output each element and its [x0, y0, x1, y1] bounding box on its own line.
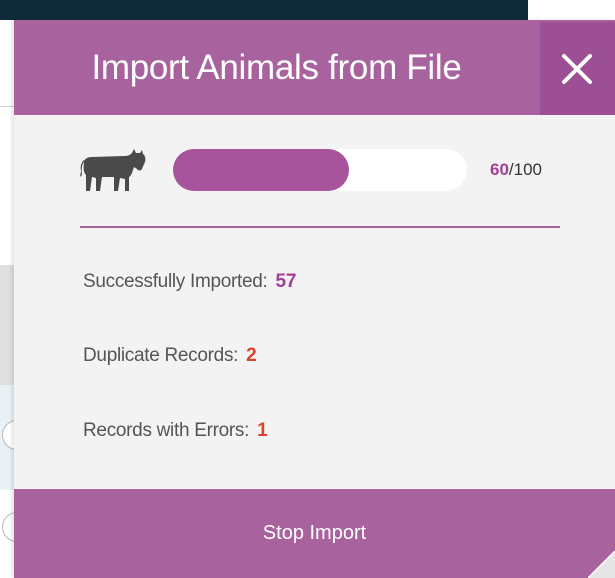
stop-import-button[interactable]: Stop Import [14, 489, 615, 578]
import-progress: 60/100 [80, 145, 580, 195]
background-top-bar [0, 0, 528, 20]
cow-icon [80, 149, 146, 191]
stat-value: 2 [246, 345, 257, 366]
stat-label: Duplicate Records: [83, 345, 239, 366]
stat-label: Records with Errors: [83, 420, 250, 441]
import-modal: Import Animals from File 60/100 Successf… [14, 20, 615, 578]
modal-title: Import Animals from File [91, 48, 462, 87]
stat-records-with-errors: Records with Errors: 1 [83, 416, 268, 446]
divider [80, 226, 560, 228]
stat-successfully-imported: Successfully Imported: 57 [83, 267, 296, 297]
stat-label: Successfully Imported: [83, 271, 268, 292]
resize-handle-icon[interactable] [588, 551, 615, 578]
modal-header: Import Animals from File [14, 20, 615, 115]
stat-duplicate-records: Duplicate Records: 2 [83, 341, 257, 371]
progress-total: /100 [508, 160, 543, 179]
close-button[interactable] [540, 22, 615, 115]
progress-count: 60/100 [490, 145, 542, 195]
stat-value: 57 [275, 271, 297, 292]
progress-bar-fill [173, 149, 350, 191]
progress-bar [173, 149, 467, 191]
stat-value: 1 [257, 420, 268, 441]
progress-current: 60 [490, 160, 509, 179]
close-icon [562, 54, 592, 84]
